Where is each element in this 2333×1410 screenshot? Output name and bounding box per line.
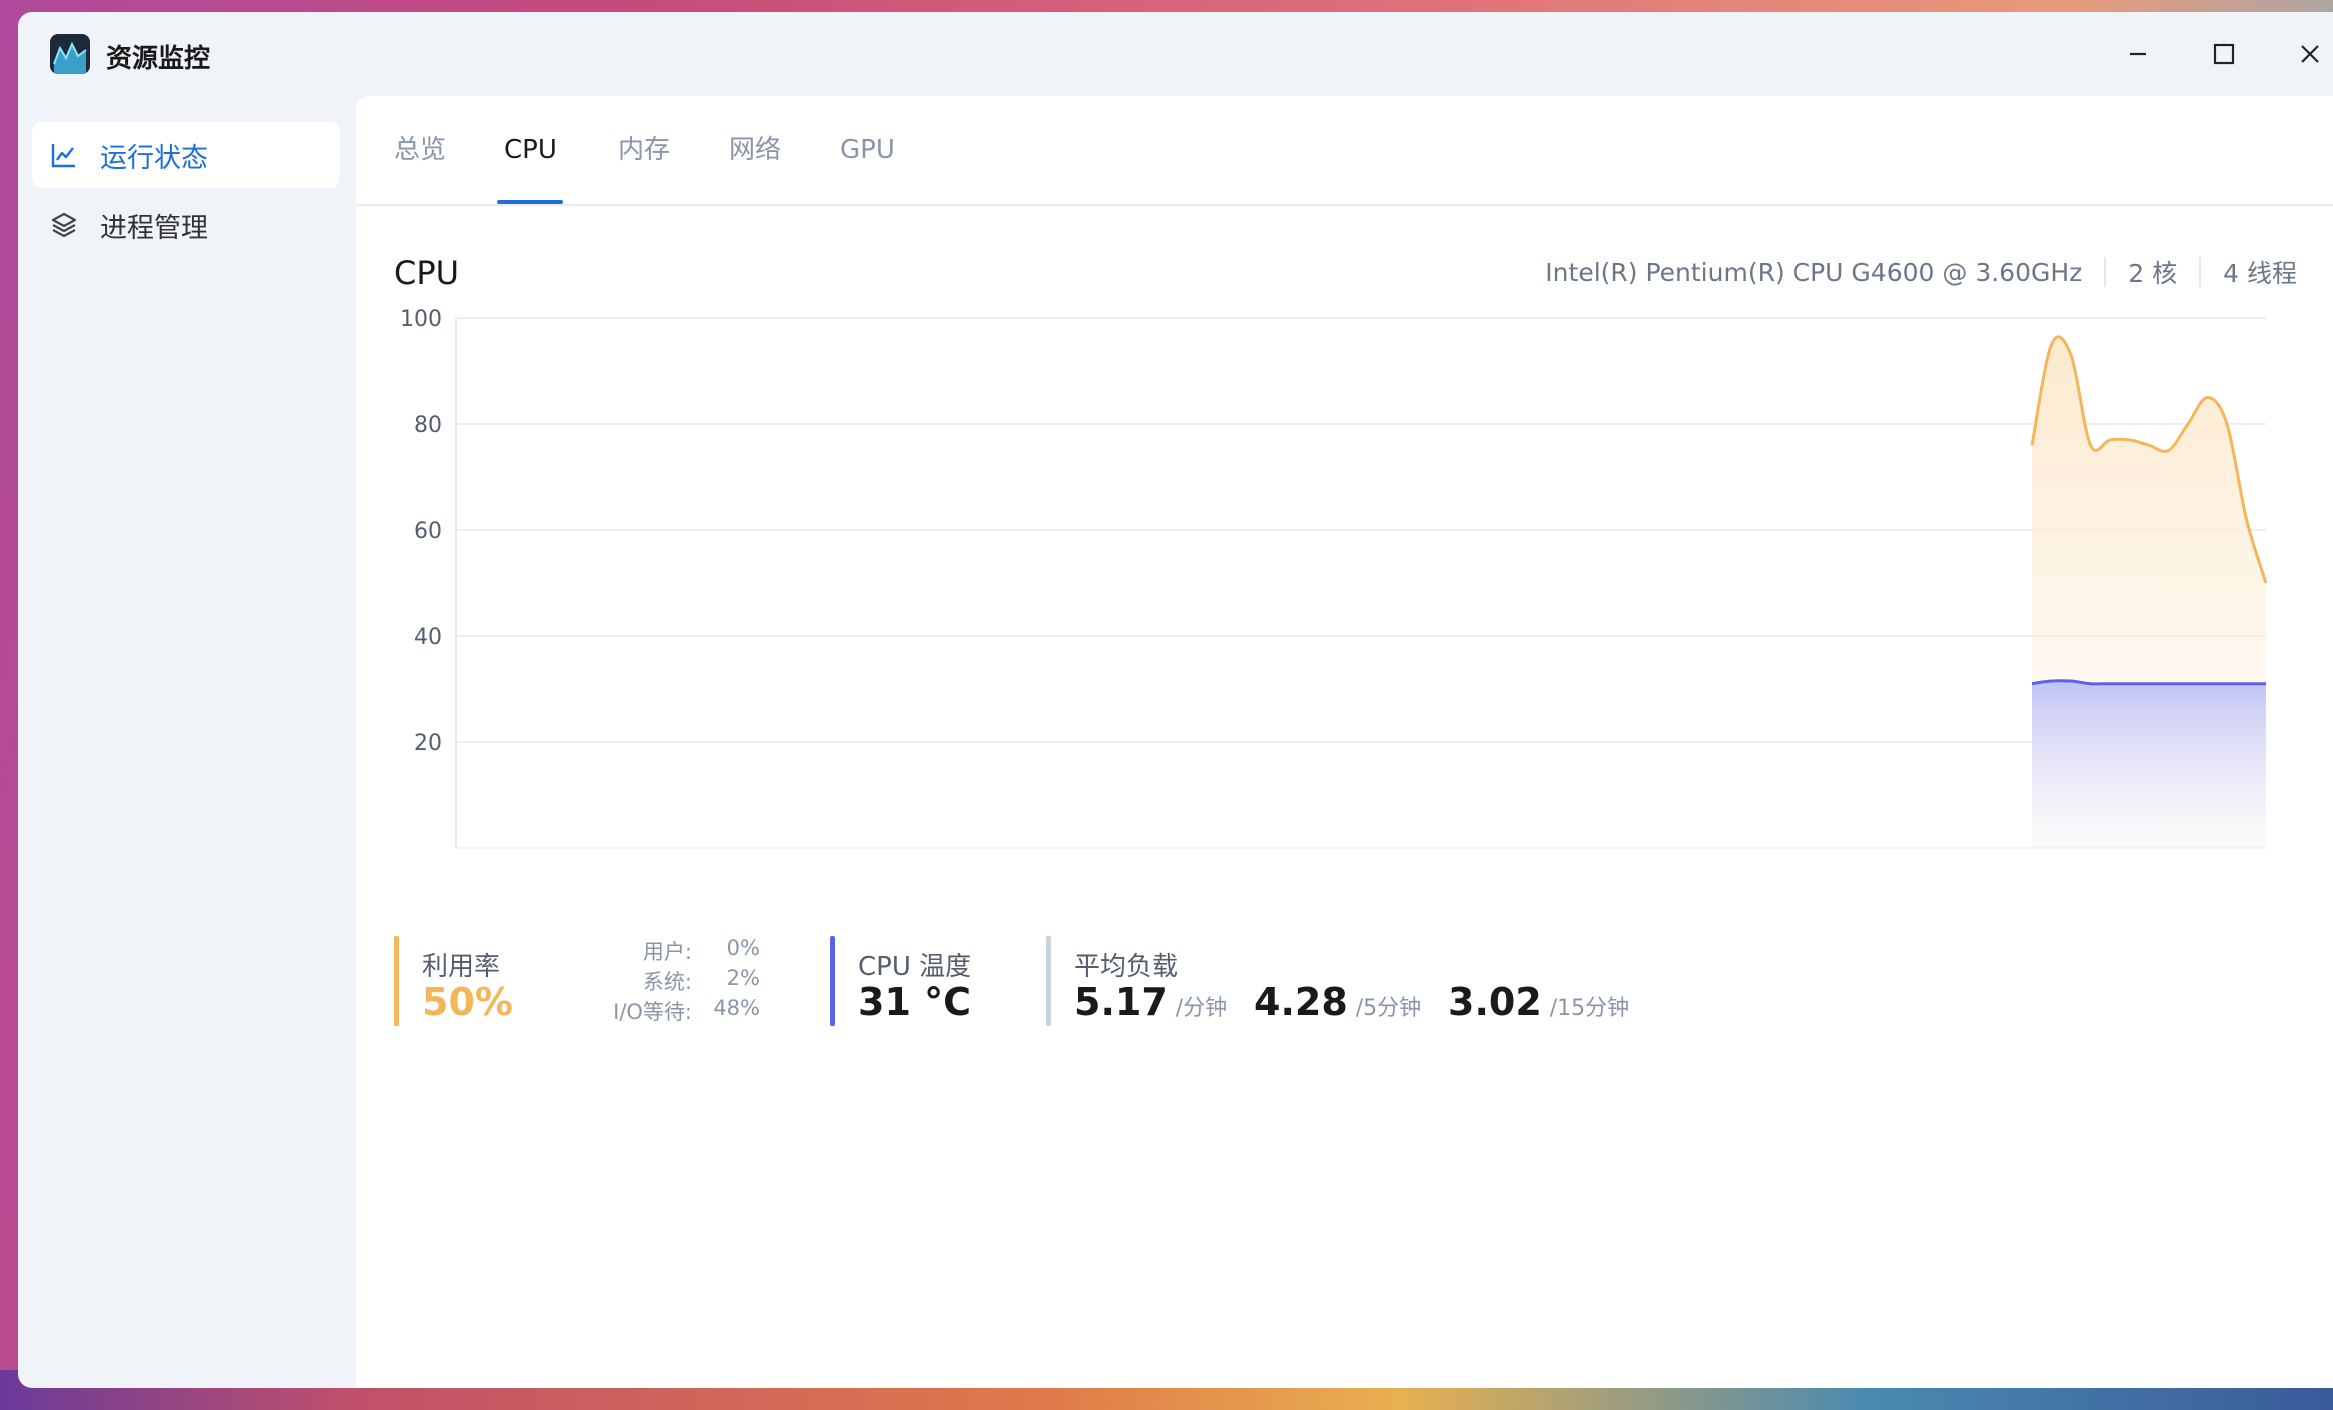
usage-accent-bar xyxy=(394,936,399,1026)
temperature-accent-bar xyxy=(830,936,835,1026)
sidebar-item-processes[interactable]: 进程管理 xyxy=(32,192,340,258)
y-tick-label: 80 xyxy=(414,413,442,438)
load-unit: /分钟 xyxy=(1175,996,1228,1021)
load-value: 5.17 xyxy=(1074,980,1168,1024)
cpu-usage-chart: 100 80 60 40 20 xyxy=(400,308,2268,849)
breakdown-iowait: I/O等待: 48% xyxy=(574,996,760,1026)
maximize-button[interactable] xyxy=(2204,34,2244,74)
breakdown-value: 0% xyxy=(726,936,760,960)
title-bar: 资源监控 xyxy=(18,12,2333,96)
layers-icon xyxy=(51,212,77,238)
usage-value: 50% xyxy=(422,980,513,1024)
cpu-cores: 2 核 xyxy=(2128,259,2178,288)
tab-memory[interactable]: 内存 xyxy=(618,130,670,170)
app-title: 资源监控 xyxy=(106,44,211,74)
sidebar-item-label: 进程管理 xyxy=(100,212,208,244)
divider xyxy=(2104,257,2107,287)
cpu-threads: 4 线程 xyxy=(2223,259,2297,288)
usage-label: 利用率 xyxy=(422,952,501,982)
minimize-icon xyxy=(2130,52,2146,56)
breakdown-label: 用户: xyxy=(642,940,692,964)
temperature-block: CPU 温度 31 °C xyxy=(830,936,1010,1026)
temperature-value: 31 °C xyxy=(858,980,971,1024)
load-unit: /5分钟 xyxy=(1355,996,1422,1021)
y-tick-label: 60 xyxy=(414,519,442,544)
load-accent-bar xyxy=(1046,936,1051,1026)
sidebar-item-status[interactable]: 运行状态 xyxy=(32,122,340,188)
load-5min: 4.28/5分钟 xyxy=(1254,980,1421,1024)
breakdown-label: I/O等待: xyxy=(613,1000,692,1024)
close-button[interactable] xyxy=(2290,34,2330,74)
breakdown-value: 48% xyxy=(713,996,760,1020)
app-window: 资源监控 运行状态 进程管理 总览 CPU 内存 网络 GPU CPU Inte… xyxy=(18,12,2333,1388)
breakdown-value: 2% xyxy=(726,966,760,990)
line-chart-icon xyxy=(51,144,75,168)
breakdown-label: 系统: xyxy=(642,970,692,994)
main-panel: 总览 CPU 内存 网络 GPU CPU Intel(R) Pentium(R)… xyxy=(356,96,2333,1388)
cpu-info: Intel(R) Pentium(R) CPU G4600 @ 3.60GHz … xyxy=(1545,254,2297,290)
sidebar-item-label: 运行状态 xyxy=(100,142,208,174)
temperature-area xyxy=(2032,680,2266,848)
sidebar: 运行状态 进程管理 xyxy=(18,96,356,1388)
tab-bar: 总览 CPU 内存 网络 GPU xyxy=(356,96,2333,206)
y-tick-label: 20 xyxy=(414,731,442,756)
load-value: 4.28 xyxy=(1254,980,1348,1024)
tab-cpu[interactable]: CPU xyxy=(504,130,557,170)
tab-network[interactable]: 网络 xyxy=(729,130,781,170)
load-15min: 3.02/15分钟 xyxy=(1448,980,1629,1024)
active-tab-indicator xyxy=(497,200,563,204)
activity-chart-icon xyxy=(50,34,90,74)
load-block: 平均负载 5.17/分钟 4.28/5分钟 3.02/15分钟 xyxy=(1046,936,1646,1026)
y-tick-label: 100 xyxy=(400,308,442,332)
breakdown-system: 系统: 2% xyxy=(574,966,760,996)
maximize-icon xyxy=(2213,43,2235,65)
tab-gpu[interactable]: GPU xyxy=(840,130,895,170)
section-title: CPU xyxy=(394,254,460,292)
divider xyxy=(2199,257,2202,287)
cpu-model: Intel(R) Pentium(R) CPU G4600 @ 3.60GHz xyxy=(1545,257,2083,287)
close-icon xyxy=(2301,45,2319,63)
temperature-label: CPU 温度 xyxy=(858,952,972,982)
load-1min: 5.17/分钟 xyxy=(1074,980,1227,1024)
tab-overview[interactable]: 总览 xyxy=(394,130,446,170)
y-tick-label: 40 xyxy=(414,625,442,650)
load-label: 平均负载 xyxy=(1074,952,1179,982)
minimize-button[interactable] xyxy=(2118,34,2158,74)
load-unit: /15分钟 xyxy=(1549,996,1630,1021)
load-value: 3.02 xyxy=(1448,980,1542,1024)
usage-block: 利用率 50% 用户: 0% 系统: 2% I/O等待: 48% xyxy=(394,936,794,1026)
breakdown-user: 用户: 0% xyxy=(574,936,760,966)
